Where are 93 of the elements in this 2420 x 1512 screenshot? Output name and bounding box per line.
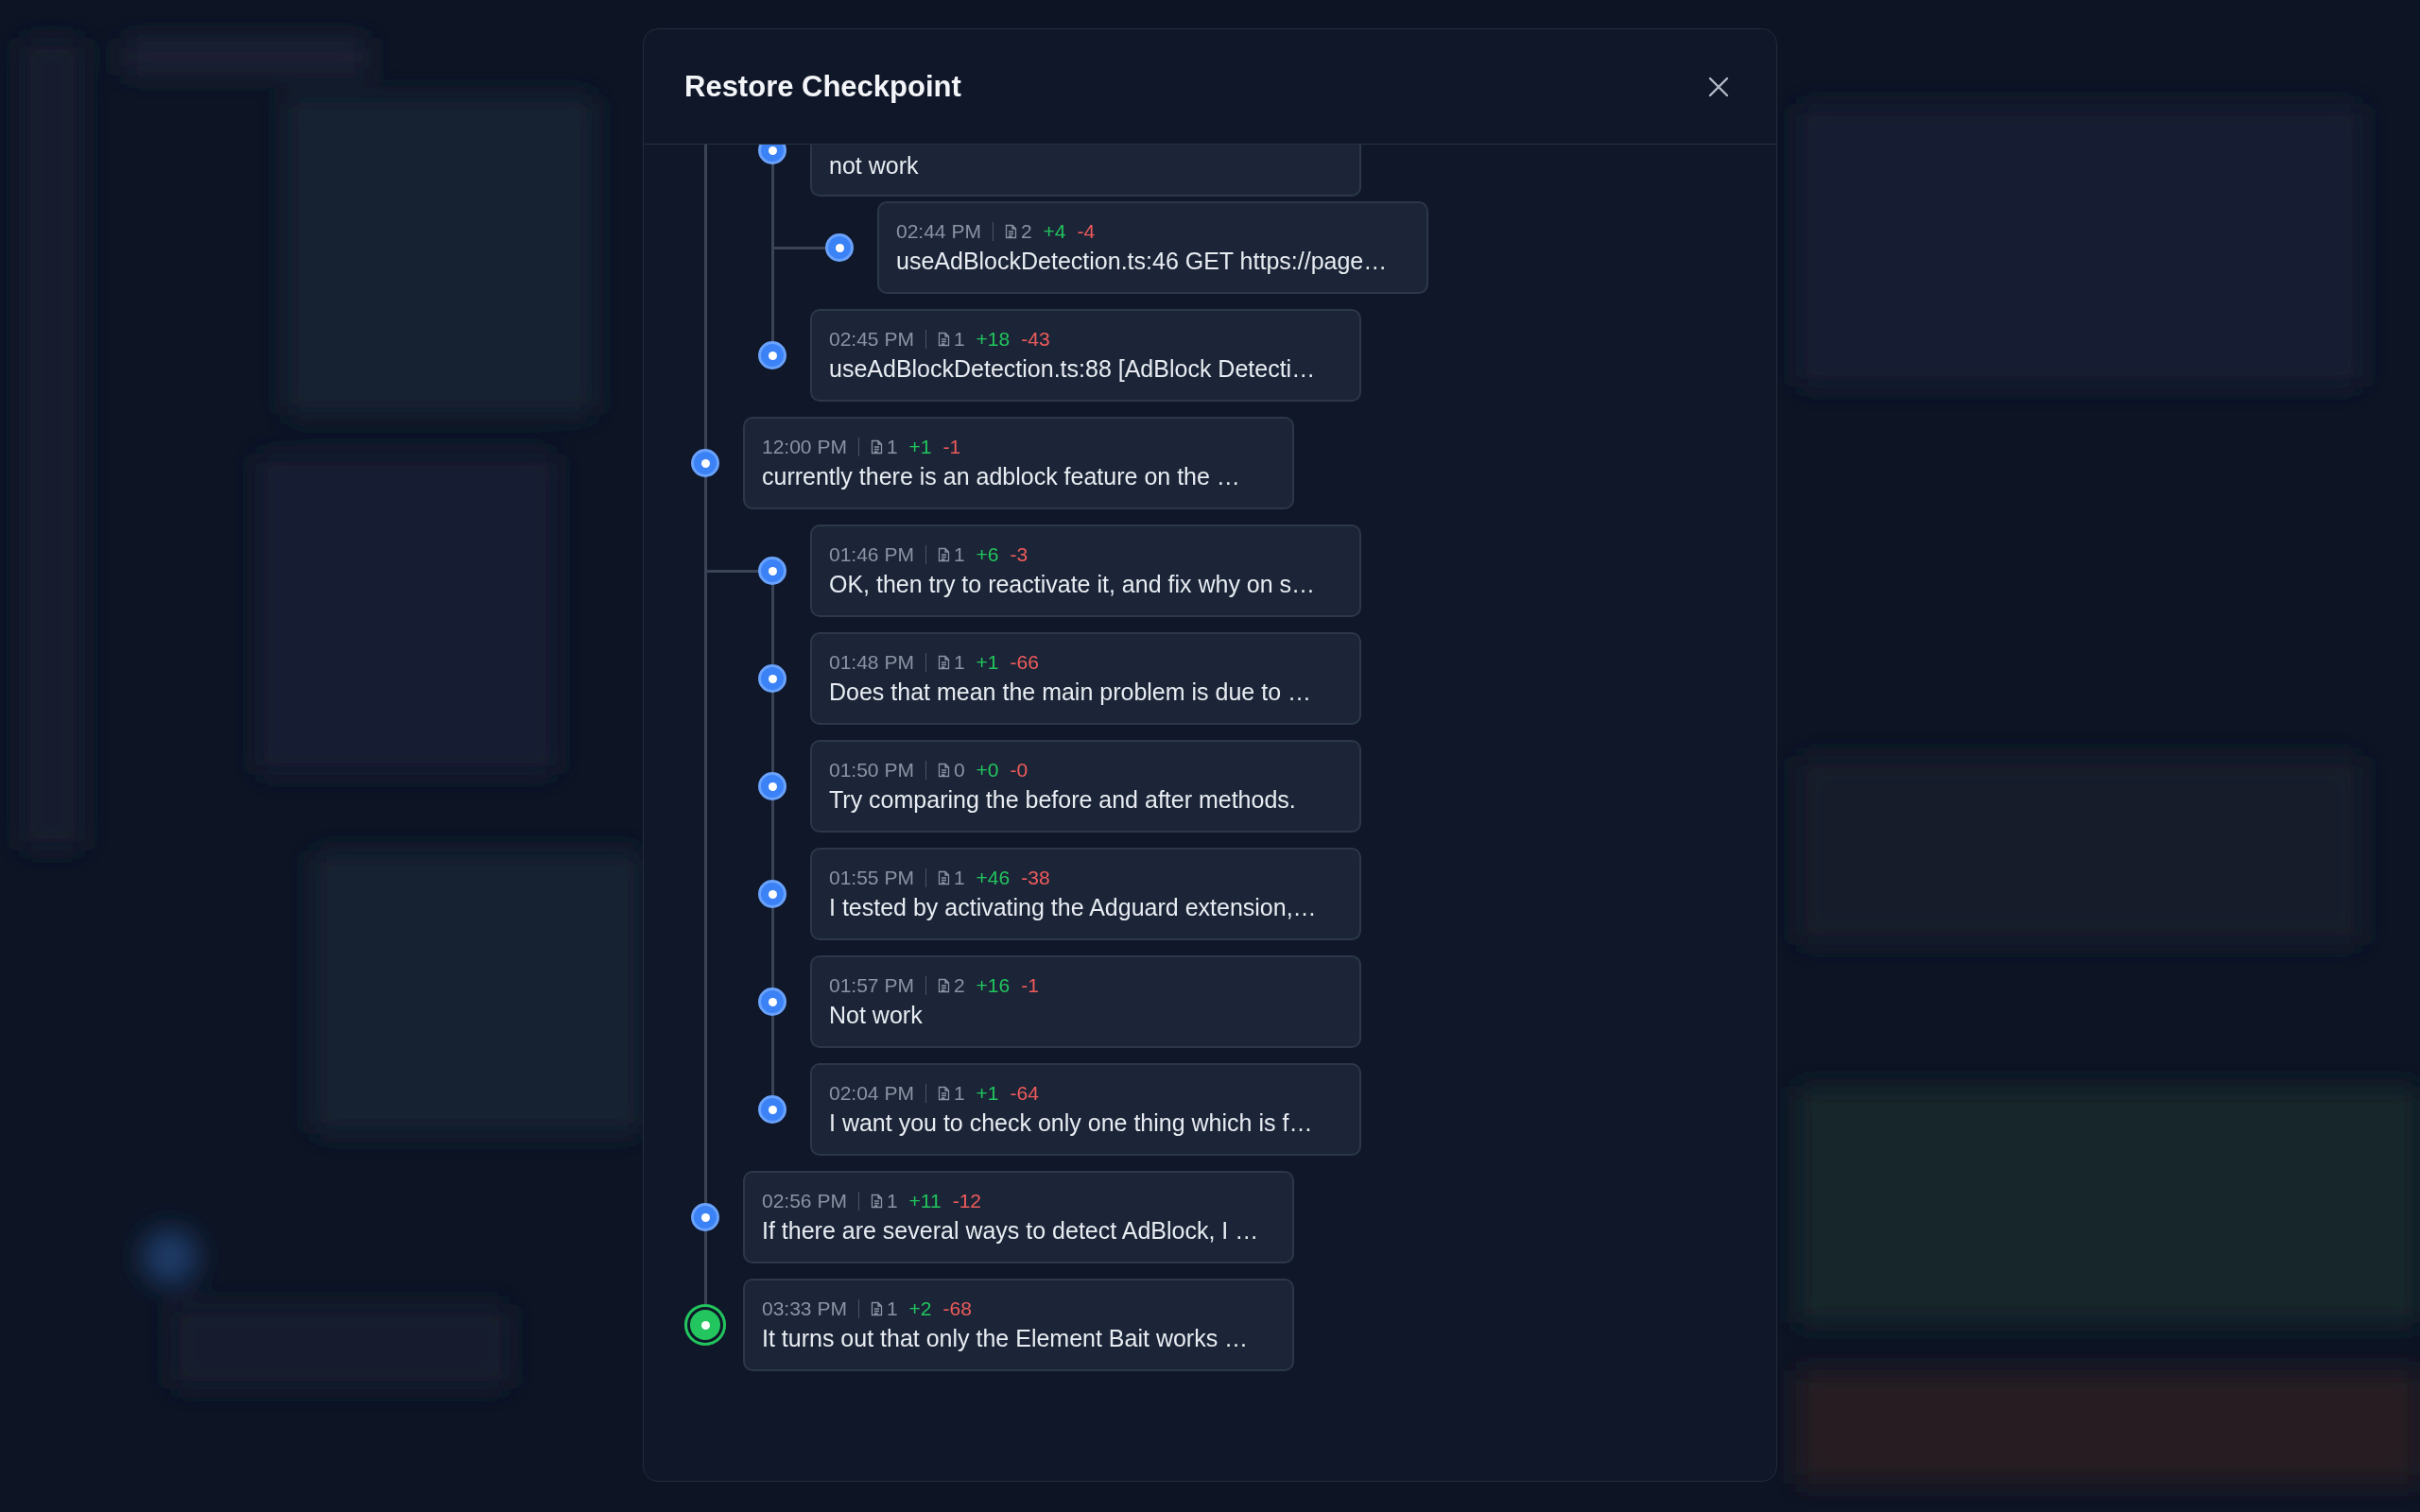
checkpoint-card[interactable]: 01:55 PM 1 +46 -38 I tested by activating the Adguard extension,…	[810, 848, 1361, 940]
checkpoint-time: 02:04 PM	[829, 1082, 914, 1105]
checkpoint-dot[interactable]	[758, 557, 786, 585]
added-lines: +2	[908, 1297, 932, 1320]
file-icon	[937, 547, 950, 562]
added-lines: +4	[1043, 220, 1066, 243]
added-lines: +6	[976, 543, 999, 566]
checkpoint-card[interactable]: 01:57 PM 2 +16 -1 Not work	[810, 955, 1361, 1048]
checkpoint-time: 02:44 PM	[896, 220, 981, 243]
checkpoint-card[interactable]: 02:04 PM 1 +1 -64 I want you to check only one thing which is f…	[810, 1063, 1361, 1156]
added-lines: +16	[976, 974, 1011, 997]
dialog-title: Restore Checkpoint	[684, 69, 961, 104]
removed-lines: -4	[1077, 220, 1096, 243]
removed-lines: -1	[1021, 974, 1039, 997]
file-count: 1	[886, 1190, 898, 1212]
checkpoint-time: 12:00 PM	[762, 436, 847, 458]
checkpoint-time: 01:50 PM	[829, 759, 914, 782]
checkpoint-message: OK, then try to reactivate it, and fix why on s…	[829, 571, 1317, 598]
file-count: 1	[953, 651, 965, 674]
file-count: 1	[953, 867, 965, 889]
checkpoint-card[interactable]: 01:50 PM 0 +0 -0 Try comparing the before and after methods.	[810, 740, 1361, 833]
checkpoint-time: 02:45 PM	[829, 328, 914, 351]
file-count: 1	[886, 436, 898, 458]
checkpoint-message: useAdBlockDetection.ts:46 GET https://page…	[896, 248, 1389, 275]
checkpoint-card[interactable]: 02:56 PM 1 +11 -12 If there are several ways to detect AdBlock, I …	[743, 1171, 1294, 1263]
file-count: 0	[953, 759, 965, 782]
added-lines: +18	[976, 328, 1011, 351]
added-lines: +46	[976, 867, 1011, 889]
removed-lines: -0	[1010, 759, 1028, 782]
file-icon	[937, 763, 950, 778]
checkpoint-message: Not work	[829, 1002, 924, 1029]
checkpoint-time: 03:33 PM	[762, 1297, 847, 1320]
checkpoint-card[interactable]: 02:44 PM 2 +4 -4 useAdBlockDetection.ts:46 GET https://page…	[877, 201, 1428, 294]
checkpoint-message: I tested by activating the Adguard extension,…	[829, 894, 1318, 921]
removed-lines: -3	[1010, 543, 1028, 566]
added-lines: +0	[976, 759, 999, 782]
file-icon	[1004, 224, 1017, 239]
file-icon	[937, 870, 950, 885]
file-count: 1	[886, 1297, 898, 1320]
checkpoint-dot[interactable]	[758, 1095, 786, 1124]
file-icon	[870, 1194, 883, 1209]
file-count: 1	[953, 543, 965, 566]
checkpoint-dot[interactable]	[758, 880, 786, 908]
removed-lines: -68	[942, 1297, 972, 1320]
file-count: 1	[953, 328, 965, 351]
file-icon	[870, 1301, 883, 1316]
checkpoint-card[interactable]: 01:46 PM 1 +6 -3 OK, then try to reactivate it, and fix why on s…	[810, 524, 1361, 617]
checkpoint-time: 01:57 PM	[829, 974, 914, 997]
file-count: 2	[953, 974, 965, 997]
removed-lines: -66	[1010, 651, 1039, 674]
checkpoint-dot[interactable]	[758, 341, 786, 369]
close-icon	[1708, 76, 1729, 97]
checkpoint-time: 01:48 PM	[829, 651, 914, 674]
checkpoint-message: If there are several ways to detect AdBlock, I …	[762, 1217, 1260, 1245]
file-icon	[937, 1086, 950, 1101]
checkpoint-dot[interactable]	[758, 664, 786, 693]
checkpoint-time: 02:56 PM	[762, 1190, 847, 1212]
checkpoint-dot[interactable]	[825, 233, 854, 262]
checkpoint-card[interactable]: 03:33 PM 1 +2 -68 It turns out that only the Element Bait works …	[743, 1279, 1294, 1371]
added-lines: +1	[976, 1082, 999, 1105]
checkpoint-dot[interactable]	[758, 988, 786, 1016]
removed-lines: -43	[1021, 328, 1050, 351]
checkpoint-message: Does that mean the main problem is due to …	[829, 679, 1312, 706]
removed-lines: -12	[952, 1190, 981, 1212]
checkpoint-message: It turns out that only the Element Bait works …	[762, 1325, 1250, 1352]
added-lines: +1	[908, 436, 932, 458]
file-count: 2	[1020, 220, 1032, 243]
checkpoint-dot[interactable]	[758, 145, 786, 164]
checkpoint-card[interactable]: 01:48 PM 1 +1 -66 Does that mean the main problem is due to …	[810, 632, 1361, 725]
file-icon	[937, 655, 950, 670]
file-icon	[937, 332, 950, 347]
checkpoint-dot[interactable]	[691, 1203, 719, 1231]
checkpoint-card[interactable]: 12:00 PM 1 +1 -1 currently there is an adblock feature on the …	[743, 417, 1294, 509]
checkpoint-message: not work	[829, 152, 920, 180]
current-checkpoint-dot[interactable]	[684, 1304, 726, 1346]
added-lines: +1	[976, 651, 999, 674]
removed-lines: -38	[1021, 867, 1050, 889]
checkpoint-message: currently there is an adblock feature on the …	[762, 463, 1241, 490]
checkpoint-time: 01:46 PM	[829, 543, 914, 566]
checkpoint-message: Try comparing the before and after methods.	[829, 786, 1297, 814]
file-icon	[870, 439, 883, 455]
checkpoint-card[interactable]: 02:45 PM 1 +18 -43 useAdBlockDetection.ts:88 [AdBlock Detecti…	[810, 309, 1361, 402]
checkpoint-message: I want you to check only one thing which is f…	[829, 1109, 1314, 1137]
checkpoint-time: 01:55 PM	[829, 867, 914, 889]
file-count: 1	[953, 1082, 965, 1105]
removed-lines: -64	[1010, 1082, 1039, 1105]
file-icon	[937, 978, 950, 993]
added-lines: +11	[908, 1190, 942, 1212]
removed-lines: -1	[942, 436, 961, 458]
checkpoint-message: useAdBlockDetection.ts:88 [AdBlock Detecti…	[829, 355, 1317, 383]
checkpoint-dot[interactable]	[691, 449, 719, 477]
checkpoint-dot[interactable]	[758, 772, 786, 800]
checkpoint-card[interactable]: not work	[810, 145, 1361, 197]
